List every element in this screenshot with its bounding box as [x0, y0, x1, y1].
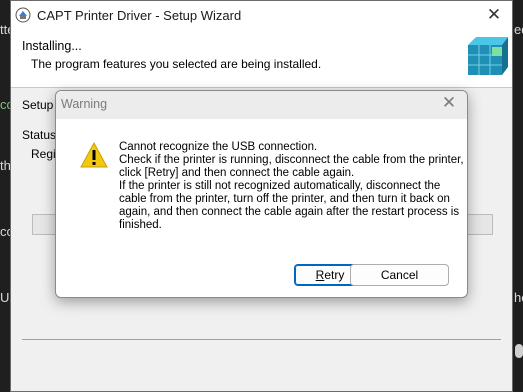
- background-fragment: he: [514, 290, 523, 305]
- printer-setup-icon: [15, 7, 31, 23]
- dialog-title: Warning: [61, 97, 108, 111]
- warning-triangle-icon: [80, 141, 108, 168]
- blue-cubes-icon: [468, 37, 508, 75]
- divider: [22, 339, 501, 340]
- window-title: CAPT Printer Driver - Setup Wizard: [37, 8, 242, 23]
- close-button[interactable]: ✕: [484, 5, 504, 25]
- window-titlebar[interactable]: CAPT Printer Driver - Setup Wizard ✕: [11, 1, 512, 31]
- dialog-message: Cannot recognize the USB connection. Che…: [119, 141, 464, 231]
- retry-label: etry: [324, 268, 345, 282]
- warning-dialog: Warning ✕ Cannot recognize the USB conne…: [55, 90, 468, 298]
- status-label: Status:: [22, 128, 60, 142]
- header-subtitle: The program features you selected are be…: [31, 57, 322, 71]
- wizard-header: Installing... The program features you s…: [11, 31, 512, 88]
- dialog-titlebar[interactable]: Warning ✕: [56, 91, 467, 119]
- background-scrollbar[interactable]: [515, 344, 523, 358]
- header-title: Installing...: [22, 39, 82, 53]
- dialog-close-button[interactable]: ✕: [439, 93, 459, 113]
- background-fragment: ed: [514, 22, 523, 37]
- cancel-button[interactable]: Cancel: [350, 264, 449, 286]
